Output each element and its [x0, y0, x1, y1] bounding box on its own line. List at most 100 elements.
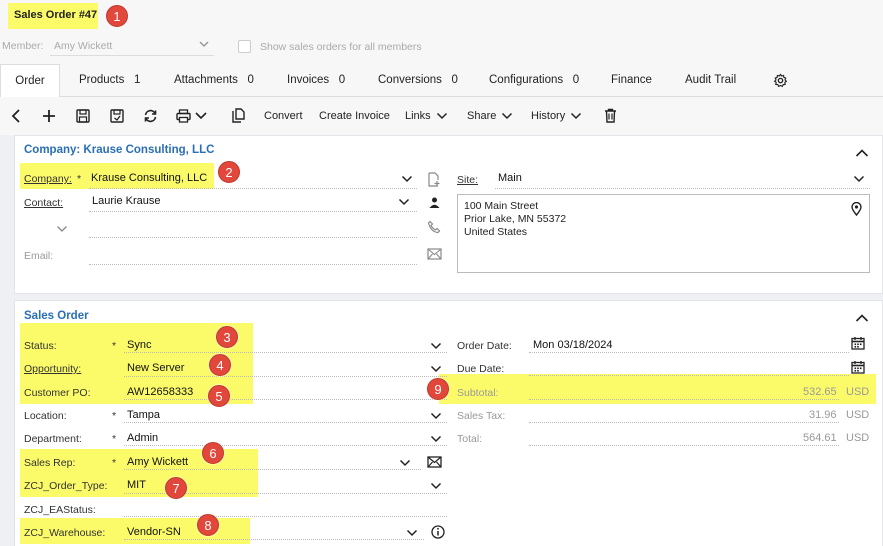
customer-po-value[interactable]: AW12658333	[127, 386, 193, 398]
save-close-icon[interactable]	[110, 109, 124, 123]
tab-bar: Order Products 1 Attachments 0 Invoices …	[0, 64, 883, 98]
tab-audit-trail[interactable]: Audit Trail	[685, 64, 736, 97]
warehouse-value[interactable]: Vendor-SN	[127, 526, 181, 538]
required-mark: *	[112, 410, 117, 422]
company-panel-title: Company: Krause Consulting, LLC	[24, 144, 215, 156]
create-invoice-button[interactable]: Create Invoice	[319, 97, 390, 135]
site-field-line	[495, 188, 870, 189]
phone-icon[interactable]	[427, 220, 441, 234]
ea-status-label: ZCJ_EAStatus:	[24, 504, 96, 516]
share-label: Share	[467, 110, 497, 122]
sales-rep-field-line	[124, 469, 421, 470]
chevron-down-icon[interactable]	[56, 224, 68, 234]
calendar-icon[interactable]	[851, 336, 865, 350]
add-company-icon[interactable]	[427, 172, 441, 187]
order-date-label: Order Date:	[457, 340, 512, 352]
opportunity-label[interactable]: Opportunity:	[24, 363, 81, 375]
address-box[interactable]: 100 Main Street Prior Lake, MN 55372 Uni…	[457, 194, 870, 273]
tab-conversions[interactable]: Conversions 0	[378, 64, 458, 97]
callout-9: 9	[427, 378, 449, 400]
site-label[interactable]: Site:	[457, 174, 478, 186]
show-all-checkbox[interactable]	[238, 40, 251, 53]
tab-products[interactable]: Products 1	[79, 64, 140, 97]
member-select[interactable]: Amy Wickett	[50, 36, 214, 56]
chevron-down-icon	[198, 38, 210, 50]
email-label: Email:	[24, 250, 54, 262]
header-bar: Sales Order #47 1 Member: Amy Wickett Sh…	[0, 0, 883, 64]
links-button[interactable]: Links	[405, 97, 448, 135]
gear-icon[interactable]	[773, 73, 788, 89]
copy-icon[interactable]	[232, 108, 245, 123]
phone-field-line	[89, 237, 417, 238]
member-value: Amy Wickett	[54, 40, 113, 52]
chevron-down-icon[interactable]	[398, 197, 410, 207]
opportunity-field-line	[124, 376, 447, 377]
company-panel: Company: Krause Consulting, LLC Company:…	[14, 135, 883, 294]
tab-attachments[interactable]: Attachments 0	[174, 64, 254, 97]
chevron-down-icon[interactable]	[430, 411, 442, 421]
contact-value: Laurie Krause	[92, 195, 161, 207]
site-value: Main	[498, 172, 522, 184]
total-label: Total:	[457, 433, 483, 445]
collapse-icon[interactable]	[855, 148, 869, 158]
chevron-down-icon[interactable]	[430, 481, 442, 491]
location-label: Location:	[24, 410, 67, 422]
location-value[interactable]: Tampa	[127, 409, 160, 421]
tab-order[interactable]: Order	[0, 64, 60, 98]
mail-icon[interactable]	[427, 248, 442, 260]
refresh-icon[interactable]	[143, 109, 158, 123]
company-label[interactable]: Company:	[24, 173, 72, 185]
chevron-down-icon[interactable]	[399, 458, 411, 468]
tab-label: Products	[79, 74, 125, 86]
order-date-value[interactable]: Mon 03/18/2024	[533, 339, 613, 351]
trash-icon[interactable]	[604, 108, 617, 123]
info-icon[interactable]	[431, 525, 445, 539]
tab-invoices[interactable]: Invoices 0	[287, 64, 345, 97]
history-button[interactable]: History	[531, 97, 582, 135]
chevron-down-icon[interactable]	[430, 341, 442, 351]
ea-status-field-line	[124, 516, 447, 517]
opportunity-value[interactable]: New Server	[127, 362, 184, 374]
address-line: 100 Main Street	[464, 200, 539, 212]
print-icon[interactable]	[176, 109, 208, 123]
back-icon[interactable]	[10, 109, 22, 123]
tab-count: 1	[133, 74, 141, 86]
chevron-down-icon[interactable]	[430, 434, 442, 444]
order-type-label: ZCJ_Order_Type:	[24, 480, 108, 492]
company-field-line	[89, 188, 417, 189]
chevron-down-icon[interactable]	[853, 174, 865, 184]
convert-button[interactable]: Convert	[264, 97, 303, 135]
tab-finance[interactable]: Finance	[611, 64, 652, 97]
department-value[interactable]: Admin	[127, 432, 158, 444]
status-value[interactable]: Sync	[127, 339, 151, 351]
history-label: History	[531, 110, 566, 122]
customer-po-label: Customer PO:	[24, 387, 91, 399]
toolbar: Convert Create Invoice Links Share Histo…	[0, 97, 883, 135]
chevron-down-icon	[436, 113, 447, 120]
due-date-label: Due Date:	[457, 363, 505, 375]
share-button[interactable]: Share	[467, 97, 513, 135]
sales-rep-label: Sales Rep:	[24, 457, 76, 469]
map-pin-icon[interactable]	[851, 202, 862, 216]
person-icon[interactable]	[429, 197, 440, 208]
chevron-down-icon[interactable]	[406, 528, 418, 538]
chevron-down-icon[interactable]	[430, 364, 442, 374]
contact-field-line	[89, 211, 417, 212]
order-type-value[interactable]: MIT	[127, 479, 146, 491]
mail-icon[interactable]	[427, 456, 442, 468]
callout-3: 3	[216, 326, 238, 348]
calendar-icon[interactable]	[851, 360, 865, 374]
add-icon[interactable]	[42, 109, 56, 123]
chevron-down-icon[interactable]	[401, 174, 413, 184]
contact-label[interactable]: Contact:	[24, 197, 63, 209]
tab-count: 0	[247, 74, 254, 86]
member-label: Member:	[2, 40, 44, 52]
tab-count: 0	[572, 74, 580, 86]
email-field-line	[89, 264, 417, 265]
callout-5: 5	[208, 385, 230, 407]
collapse-icon[interactable]	[855, 313, 869, 323]
warehouse-label: ZCJ_Warehouse:	[24, 527, 106, 539]
save-icon[interactable]	[76, 109, 90, 123]
sales-rep-value[interactable]: Amy Wickett	[127, 456, 188, 468]
tab-configurations[interactable]: Configurations 0	[489, 64, 579, 97]
